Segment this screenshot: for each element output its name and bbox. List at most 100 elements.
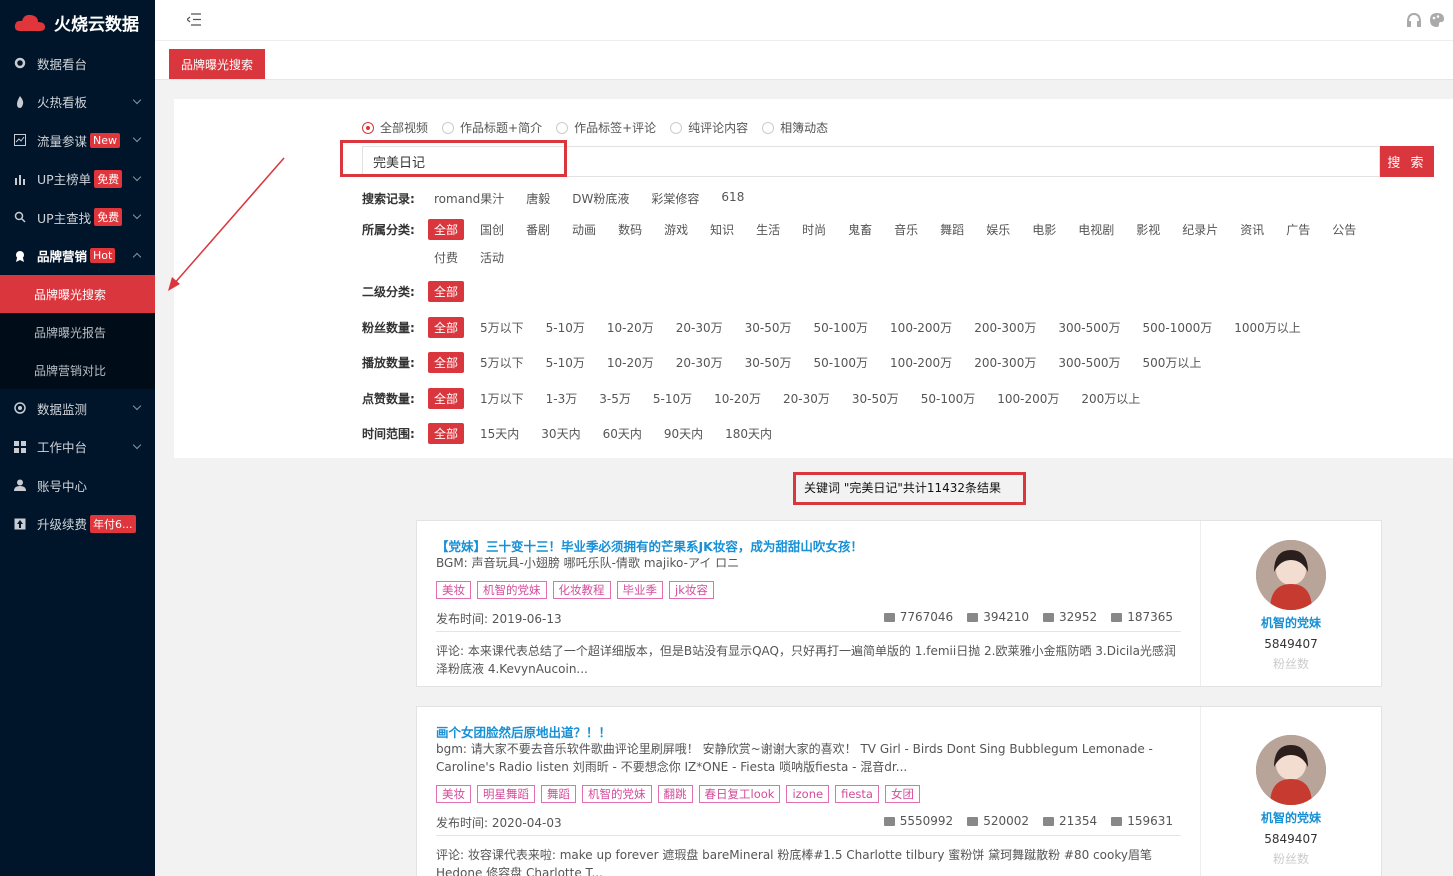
filter-option[interactable]: 纪录片 bbox=[1176, 219, 1224, 240]
filter-option[interactable]: 生活 bbox=[750, 219, 786, 240]
video-tag[interactable]: 机智的党妹 bbox=[582, 785, 652, 803]
filter-option[interactable]: 500万以上 bbox=[1136, 352, 1207, 373]
filter-option[interactable]: 影视 bbox=[1130, 219, 1166, 240]
filter-option[interactable]: 娱乐 bbox=[980, 219, 1016, 240]
filter-option[interactable]: 30-50万 bbox=[846, 388, 905, 409]
filter-option[interactable]: 100-200万 bbox=[991, 388, 1065, 409]
filter-option[interactable]: 游戏 bbox=[658, 219, 694, 240]
filter-option[interactable]: romand果汁 bbox=[428, 188, 510, 209]
filter-option[interactable]: 1-3万 bbox=[540, 388, 584, 409]
filter-option[interactable]: DW粉底液 bbox=[566, 188, 635, 209]
filter-option[interactable]: 电视剧 bbox=[1072, 219, 1120, 240]
video-tag[interactable]: 美妆 bbox=[436, 581, 471, 599]
video-tag[interactable]: fiesta bbox=[835, 785, 879, 803]
video-tag[interactable]: 明星舞蹈 bbox=[477, 785, 535, 803]
filter-option[interactable]: 电影 bbox=[1026, 219, 1062, 240]
video-tag[interactable]: 女团 bbox=[884, 785, 920, 803]
filter-option[interactable]: 全部 bbox=[428, 281, 465, 302]
filter-option[interactable]: 舞蹈 bbox=[934, 219, 970, 240]
filter-option[interactable]: 番剧 bbox=[520, 219, 556, 240]
filter-option[interactable]: 广告 bbox=[1280, 219, 1316, 240]
filter-option[interactable]: 60天内 bbox=[597, 423, 648, 444]
sidebar-item-workbench[interactable]: 工作中台 bbox=[0, 428, 155, 467]
filter-option[interactable]: 1万以下 bbox=[474, 388, 530, 409]
filter-option[interactable]: 全部 bbox=[428, 219, 465, 240]
scope-radio-comments[interactable]: 纯评论内容 bbox=[670, 119, 748, 136]
filter-option[interactable]: 知识 bbox=[704, 219, 740, 240]
video-tag[interactable]: 春日复工look bbox=[698, 785, 781, 803]
filter-option[interactable]: 10-20万 bbox=[601, 317, 660, 338]
video-tag[interactable]: 毕业季 bbox=[616, 581, 663, 599]
video-tag[interactable]: 化妆教程 bbox=[552, 581, 611, 599]
headset-icon[interactable] bbox=[1406, 12, 1422, 28]
filter-option[interactable]: 618 bbox=[715, 188, 750, 209]
app-logo[interactable]: 火烧云数据 bbox=[0, 0, 155, 44]
scope-radio-title[interactable]: 作品标题+简介 bbox=[442, 119, 542, 136]
tab-brand-exposure-search[interactable]: 品牌曝光搜索 bbox=[169, 49, 266, 79]
filter-option[interactable]: 5-10万 bbox=[540, 352, 591, 373]
sidebar-subitem-brand-compare[interactable]: 品牌营销对比 bbox=[0, 351, 155, 389]
filter-option[interactable]: 国创 bbox=[474, 219, 510, 240]
video-title[interactable]: 画个女团脸然后原地出道？！！ bbox=[436, 722, 611, 741]
filter-option[interactable]: 鬼畜 bbox=[842, 219, 878, 240]
filter-option[interactable]: 付费 bbox=[428, 247, 464, 268]
sidebar-item-monitoring[interactable]: 数据监测 bbox=[0, 389, 155, 428]
filter-option[interactable]: 3-5万 bbox=[593, 388, 637, 409]
filter-option[interactable]: 300-500万 bbox=[1052, 352, 1126, 373]
scope-radio-tags[interactable]: 作品标签+评论 bbox=[556, 119, 656, 136]
video-tag[interactable]: 美妆 bbox=[436, 785, 471, 803]
filter-option[interactable]: 20-30万 bbox=[777, 388, 836, 409]
video-tag[interactable]: 舞蹈 bbox=[541, 785, 576, 803]
filter-option[interactable]: 活动 bbox=[474, 247, 510, 268]
author-name[interactable]: 机智的党妹 bbox=[1261, 809, 1321, 826]
video-tag[interactable]: izone bbox=[786, 785, 830, 803]
filter-option[interactable]: 200-300万 bbox=[968, 317, 1042, 338]
sidebar-item-up-search[interactable]: UP主查找 免费 bbox=[0, 198, 155, 237]
filter-option[interactable]: 50-100万 bbox=[808, 317, 875, 338]
filter-option[interactable]: 20-30万 bbox=[670, 317, 729, 338]
sidebar-subitem-brand-exposure-report[interactable]: 品牌曝光报告 bbox=[0, 313, 155, 351]
filter-option[interactable]: 300-500万 bbox=[1052, 317, 1126, 338]
filter-option[interactable]: 30-50万 bbox=[739, 317, 798, 338]
sidebar-item-account[interactable]: 账号中心 bbox=[0, 466, 155, 505]
scope-radio-all[interactable]: 全部视频 bbox=[362, 119, 428, 136]
filter-option[interactable]: 全部 bbox=[428, 317, 465, 338]
filter-option[interactable]: 5-10万 bbox=[540, 317, 591, 338]
video-tag[interactable]: 机智的党妹 bbox=[477, 581, 547, 599]
sidebar-item-brand-marketing[interactable]: 品牌营销 Hot bbox=[0, 237, 155, 276]
sidebar-item-dashboard[interactable]: 数据看台 bbox=[0, 44, 155, 83]
sidebar-item-up-ranking[interactable]: UP主榜单 免费 bbox=[0, 160, 155, 199]
filter-option[interactable]: 动画 bbox=[566, 219, 602, 240]
filter-option[interactable]: 资讯 bbox=[1234, 219, 1270, 240]
filter-option[interactable]: 10-20万 bbox=[601, 352, 660, 373]
filter-option[interactable]: 100-200万 bbox=[884, 352, 958, 373]
filter-option[interactable]: 200万以上 bbox=[1075, 388, 1146, 409]
filter-option[interactable]: 彩棠修容 bbox=[645, 188, 705, 209]
sidebar-subitem-brand-exposure-search[interactable]: 品牌曝光搜索 bbox=[0, 275, 155, 313]
sidebar-item-upgrade[interactable]: 升级续费 年付6... bbox=[0, 505, 155, 544]
result-card[interactable]: 【党妹】三十变十三！毕业季必须拥有的芒果系JK妆容，成为甜甜山吹女孩！ BGM:… bbox=[416, 520, 1382, 687]
filter-option[interactable]: 15天内 bbox=[474, 423, 525, 444]
video-title[interactable]: 【党妹】三十变十三！毕业季必须拥有的芒果系JK妆容，成为甜甜山吹女孩！ bbox=[436, 536, 863, 555]
filter-option[interactable]: 180天内 bbox=[719, 423, 778, 444]
filter-option[interactable]: 全部 bbox=[428, 423, 465, 444]
filter-option[interactable]: 5万以下 bbox=[474, 352, 530, 373]
filter-option[interactable]: 500-1000万 bbox=[1136, 317, 1218, 338]
filter-option[interactable]: 10-20万 bbox=[708, 388, 767, 409]
menu-collapse-icon[interactable] bbox=[187, 13, 201, 26]
filter-option[interactable]: 30-50万 bbox=[739, 352, 798, 373]
filter-option[interactable]: 数码 bbox=[612, 219, 648, 240]
avatar[interactable] bbox=[1256, 735, 1326, 805]
filter-option[interactable]: 50-100万 bbox=[808, 352, 875, 373]
filter-option[interactable]: 唐毅 bbox=[520, 188, 556, 209]
filter-option[interactable]: 50-100万 bbox=[915, 388, 982, 409]
sidebar-item-hot-board[interactable]: 火热看板 bbox=[0, 83, 155, 122]
video-tag[interactable]: jk妆容 bbox=[669, 581, 714, 599]
result-card[interactable]: 画个女团脸然后原地出道？！！ bgm: 请大家不要去音乐软件歌曲评论里刷屏哦！ … bbox=[416, 706, 1382, 876]
scope-radio-album[interactable]: 相簿动态 bbox=[762, 119, 828, 136]
filter-option[interactable]: 音乐 bbox=[888, 219, 924, 240]
filter-option[interactable]: 100-200万 bbox=[884, 317, 958, 338]
filter-option[interactable]: 全部 bbox=[428, 388, 465, 409]
filter-option[interactable]: 90天内 bbox=[658, 423, 709, 444]
author-name[interactable]: 机智的党妹 bbox=[1261, 614, 1321, 631]
